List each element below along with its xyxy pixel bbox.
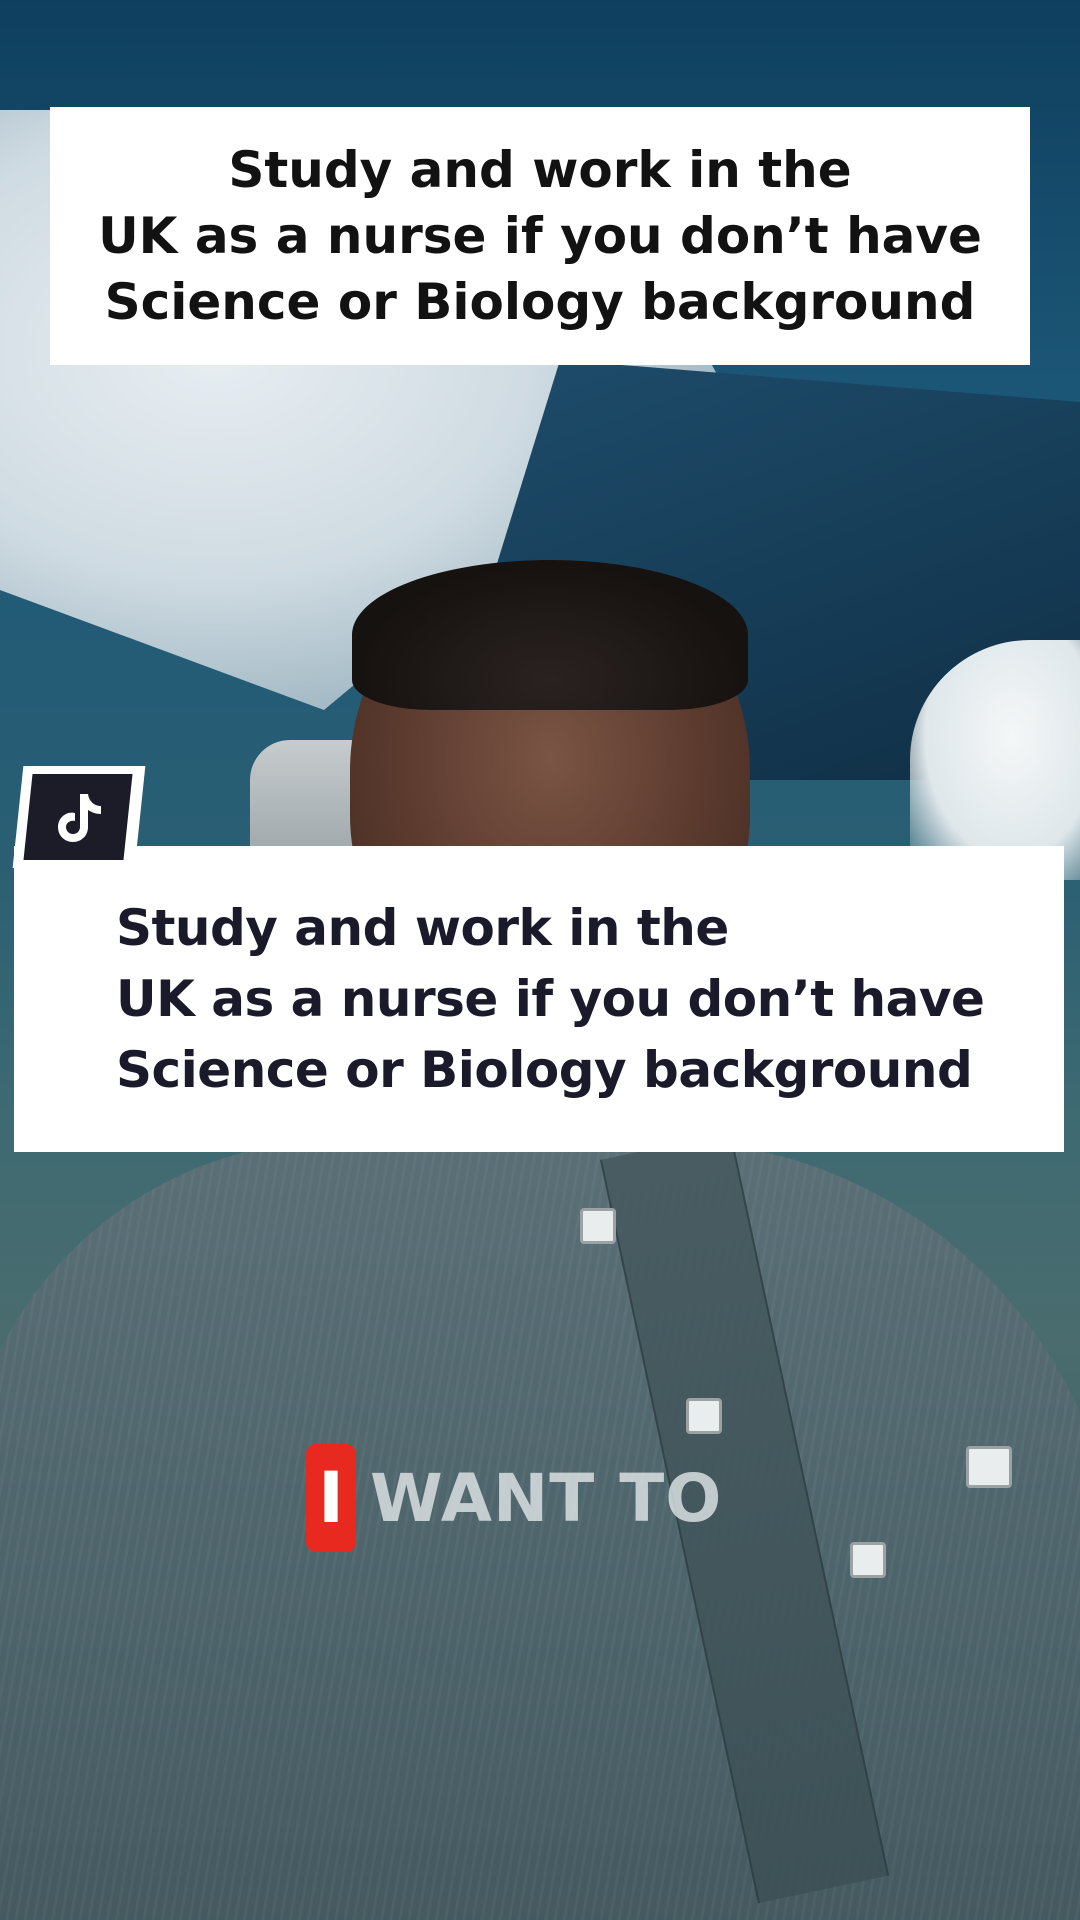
tiktok-logo-icon xyxy=(58,794,101,842)
top-caption-line: Science or Biology background xyxy=(104,273,976,331)
top-caption-box: Study and work in the UK as a nurse if y… xyxy=(50,107,1030,365)
shirt-button xyxy=(966,1446,1012,1488)
main-caption-line: UK as a nurse if you don’t have xyxy=(116,969,985,1028)
top-caption-line: UK as a nurse if you don’t have xyxy=(98,207,982,265)
shirt-button xyxy=(580,1208,616,1244)
main-caption-line: Study and work in the xyxy=(116,898,729,957)
subtitle-highlighted-word: I xyxy=(306,1444,357,1552)
main-caption-box: Study and work in the UK as a nurse if y… xyxy=(14,846,1064,1152)
top-caption-line: Study and work in the xyxy=(228,141,852,199)
main-caption-text: Study and work in the UK as a nurse if y… xyxy=(116,893,1064,1106)
shirt-button xyxy=(686,1398,722,1434)
person-hair xyxy=(352,560,748,710)
tiktok-badge-inner xyxy=(23,774,133,860)
spoken-subtitle: I WANT TO xyxy=(306,1444,722,1552)
shirt-button xyxy=(850,1542,886,1578)
main-caption-line: Science or Biology background xyxy=(116,1040,973,1099)
tiktok-badge xyxy=(12,766,146,868)
top-caption-text: Study and work in the UK as a nurse if y… xyxy=(98,137,982,335)
subtitle-rest-text: WANT TO xyxy=(370,1459,723,1537)
video-frame: Study and work in the UK as a nurse if y… xyxy=(0,0,1080,1920)
